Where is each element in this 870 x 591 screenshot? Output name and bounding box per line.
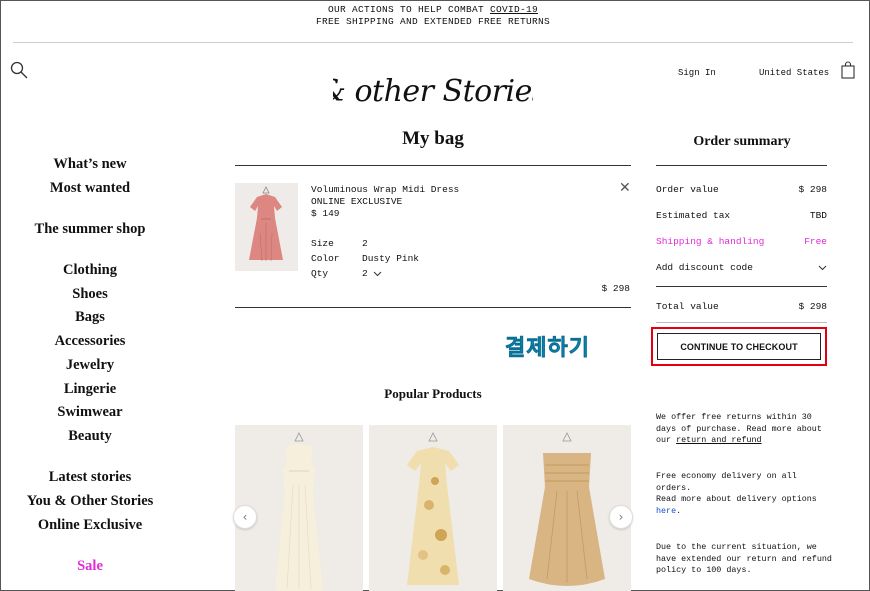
summary-mid-divider xyxy=(656,286,827,287)
nav-accessories[interactable]: Accessories xyxy=(0,333,180,350)
banner-shipping-text: FREE SHIPPING AND EXTENDED FREE RETURNS xyxy=(315,16,551,27)
delivery-text: Free economy delivery on all orders. xyxy=(656,471,797,493)
chevron-down-icon xyxy=(373,271,382,276)
delivery-end-punct: . xyxy=(676,505,682,516)
nav-bags[interactable]: Bags xyxy=(0,309,180,326)
checkout-highlight-box: CONTINUE TO CHECKOUT xyxy=(651,327,827,366)
nav-jewelry[interactable]: Jewelry xyxy=(0,357,180,374)
estimated-tax-label: Estimated tax xyxy=(656,210,731,221)
carousel-next-arrow-icon[interactable]: › xyxy=(609,505,633,529)
remove-item-close-icon[interactable]: ✕ xyxy=(619,180,631,196)
logo-text: & other Stories xyxy=(333,74,533,109)
header-divider xyxy=(13,42,853,43)
nav-sale[interactable]: Sale xyxy=(0,558,180,575)
returns-info: We offer free returns within 30 days of … xyxy=(656,412,834,447)
nav-online-exclusive[interactable]: Online Exclusive xyxy=(0,517,180,534)
size-value: 2 xyxy=(362,238,368,249)
checkout-annotation-label: 결제하기 xyxy=(505,336,590,362)
item-name[interactable]: Voluminous Wrap Midi Dress xyxy=(311,184,459,196)
delivery-options-link[interactable]: here xyxy=(656,506,676,516)
pink-dress-image xyxy=(249,186,283,262)
summary-bottom-divider xyxy=(656,322,827,323)
popular-products-title: Popular Products xyxy=(384,386,482,401)
search-icon[interactable] xyxy=(10,61,28,79)
item-price: $ 149 xyxy=(311,208,340,219)
sign-in-link[interactable]: Sign In xyxy=(678,68,716,78)
qty-selector[interactable]: 2 xyxy=(362,266,419,281)
nav-shoes[interactable]: Shoes xyxy=(0,286,180,303)
shipping-label: Shipping & handling xyxy=(656,236,765,247)
item-tag: ONLINE EXCLUSIVE xyxy=(311,196,403,207)
nav-summer-shop[interactable]: The summer shop xyxy=(0,221,180,238)
shopping-bag-icon[interactable] xyxy=(841,61,855,79)
color-value: Dusty Pink xyxy=(362,253,420,264)
product-card[interactable] xyxy=(369,425,497,591)
total-value: $ 298 xyxy=(798,301,827,312)
estimated-tax-value: TBD xyxy=(809,210,827,221)
size-label: Size xyxy=(311,238,334,249)
color-label: Color xyxy=(311,253,340,264)
chevron-down-icon[interactable] xyxy=(818,265,827,271)
banner-text: OUR ACTIONS TO HELP COMBAT xyxy=(327,4,490,15)
qty-label: Qty xyxy=(311,268,329,279)
brand-logo[interactable]: & other Stories xyxy=(333,68,533,112)
country-selector[interactable]: United States xyxy=(759,68,829,78)
page-title: My bag xyxy=(402,128,464,149)
total-value-label: Total value xyxy=(656,301,719,312)
nav-clothing[interactable]: Clothing xyxy=(0,262,180,279)
nav-whats-new[interactable]: What’s new xyxy=(0,156,180,173)
bag-item-image[interactable] xyxy=(235,183,298,271)
cream-dress-image xyxy=(275,432,323,591)
nav-latest-stories[interactable]: Latest stories xyxy=(0,469,180,486)
promo-banner: OUR ACTIONS TO HELP COMBAT COVID-19 FREE… xyxy=(0,4,866,28)
floral-dress-image xyxy=(407,432,459,585)
return-refund-link[interactable]: return and refund xyxy=(676,435,761,445)
product-card[interactable] xyxy=(235,425,363,591)
item-attribute-labels: Size Color Qty xyxy=(311,236,340,281)
shipping-value: Free xyxy=(804,236,827,247)
nav-beauty[interactable]: Beauty xyxy=(0,428,180,445)
bag-bottom-divider xyxy=(235,307,631,308)
policy-info: Due to the current situation, we have ex… xyxy=(656,542,832,575)
nav-swimwear[interactable]: Swimwear xyxy=(0,404,180,421)
order-value: $ 298 xyxy=(798,184,827,195)
covid-link[interactable]: COVID-19 xyxy=(490,4,538,15)
delivery-read-more: Read more about delivery options xyxy=(656,494,817,504)
summary-top-divider xyxy=(656,165,827,166)
item-attribute-values: 2 Dusty Pink 2 xyxy=(362,236,419,281)
order-summary-title: Order summary xyxy=(693,134,791,149)
item-line-total: $ 298 xyxy=(601,283,630,294)
bag-top-divider xyxy=(235,165,631,166)
qty-value: 2 xyxy=(362,268,368,279)
order-value-label: Order value xyxy=(656,184,719,195)
bag-item-details: Voluminous Wrap Midi Dress ONLINE EXCLUS… xyxy=(311,184,459,220)
nav-most-wanted[interactable]: Most wanted xyxy=(0,180,180,197)
nav-lingerie[interactable]: Lingerie xyxy=(0,381,180,398)
continue-to-checkout-button[interactable]: CONTINUE TO CHECKOUT xyxy=(657,333,821,360)
carousel-prev-arrow-icon[interactable]: ‹ xyxy=(233,505,257,529)
discount-code-toggle[interactable]: Add discount code xyxy=(656,262,753,273)
delivery-info: Free economy delivery on all orders. Rea… xyxy=(656,471,834,517)
nav-you-other-stories[interactable]: You & Other Stories xyxy=(0,493,180,510)
